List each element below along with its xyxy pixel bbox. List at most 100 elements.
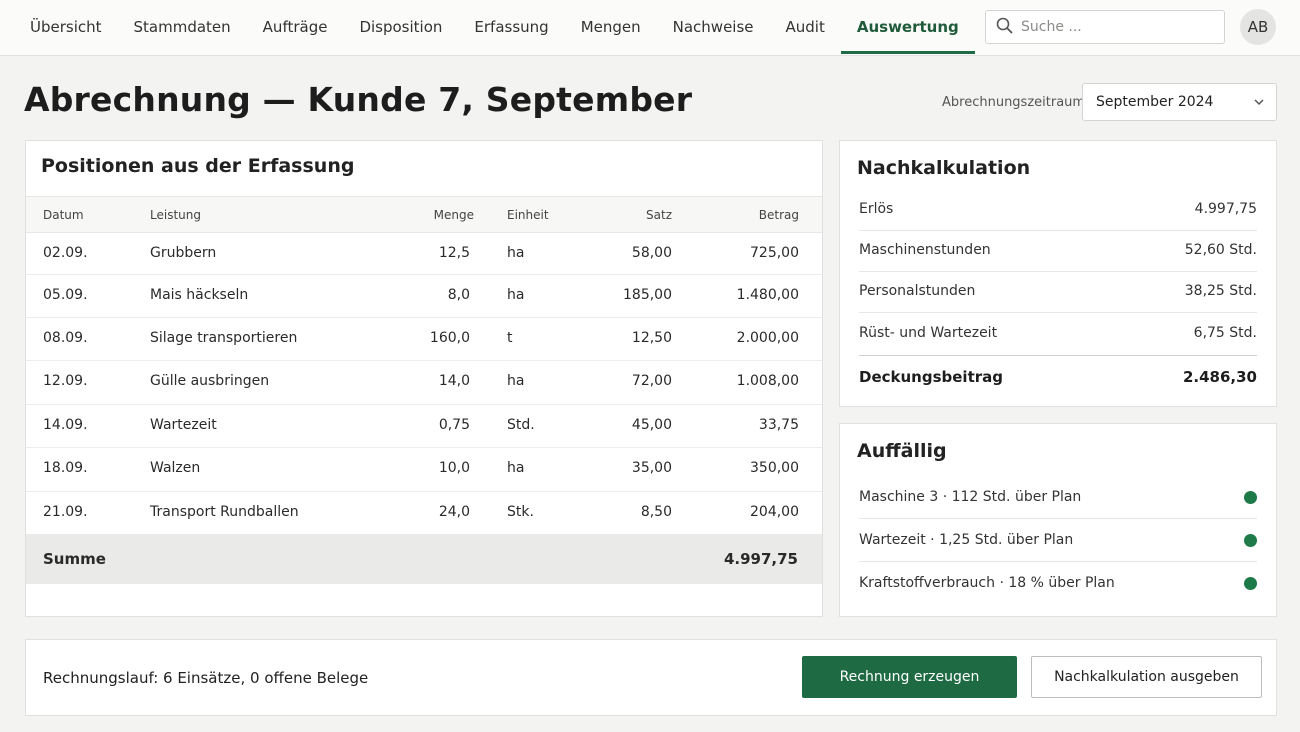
cell-date: 18.09. — [43, 460, 88, 476]
cell-rate: 45,00 — [631, 417, 672, 433]
cell-service: Walzen — [150, 460, 201, 476]
calc-value: 4.997,75 — [1194, 201, 1257, 217]
column-header-qty[interactable]: Menge — [434, 208, 474, 222]
calc-label: Personalstunden — [859, 283, 976, 299]
cell-date: 12.09. — [43, 373, 88, 389]
nav-item-erfassung[interactable]: Erfassung — [458, 0, 564, 54]
calc-label: Maschinenstunden — [859, 242, 991, 258]
search-input[interactable] — [1021, 19, 1211, 35]
nav-item-stammdaten[interactable]: Stammdaten — [118, 0, 247, 54]
cell-date: 05.09. — [43, 287, 88, 303]
table-row[interactable]: 08.09. Silage transportieren 160,0 t 12,… — [26, 318, 822, 361]
cell-qty: 24,0 — [438, 504, 470, 520]
column-header-service[interactable]: Leistung — [150, 208, 201, 222]
column-header-unit[interactable]: Einheit — [507, 208, 549, 222]
main-nav: Übersicht Stammdaten Aufträge Dispositio… — [14, 0, 975, 56]
cell-amount: 1.008,00 — [736, 373, 799, 389]
status-dot-icon — [1244, 491, 1257, 504]
cell-qty: 0,75 — [438, 417, 470, 433]
top-navigation-bar: Übersicht Stammdaten Aufträge Dispositio… — [0, 0, 1300, 56]
column-header-rate[interactable]: Satz — [646, 208, 672, 222]
cell-qty: 8,0 — [447, 287, 470, 303]
cell-qty: 12,5 — [438, 245, 470, 261]
calculation-title: Nachkalkulation — [857, 157, 1031, 179]
calc-row-staff-hours: Personalstunden 38,25 Std. — [859, 271, 1257, 313]
calc-row-contribution-margin: Deckungsbeitrag 2.486,30 — [859, 355, 1257, 397]
cell-unit: Stk. — [507, 504, 534, 520]
positions-card: Positionen aus der Erfassung Datum Leist… — [25, 140, 823, 617]
anomaly-item[interactable]: Maschine 3 · 112 Std. über Plan — [859, 476, 1257, 519]
create-invoice-button[interactable]: Rechnung erzeugen — [802, 656, 1017, 698]
table-row[interactable]: 18.09. Walzen 10,0 ha 35,00 350,00 — [26, 448, 822, 492]
cell-service: Mais häckseln — [150, 287, 249, 303]
table-row[interactable]: 14.09. Wartezeit 0,75 Std. 45,00 33,75 — [26, 405, 822, 448]
column-header-amount[interactable]: Betrag — [759, 208, 799, 222]
cell-rate: 35,00 — [631, 460, 672, 476]
cell-unit: ha — [507, 287, 525, 303]
nav-item-uebersicht[interactable]: Übersicht — [14, 0, 118, 54]
calc-row-revenue: Erlös 4.997,75 — [859, 189, 1257, 231]
calc-total-label: Deckungsbeitrag — [859, 368, 1003, 386]
period-select[interactable]: September 2024 — [1082, 83, 1277, 121]
table-row[interactable]: 21.09. Transport Rundballen 24,0 Stk. 8,… — [26, 492, 822, 534]
nav-item-mengen[interactable]: Mengen — [565, 0, 657, 54]
billing-run-bar: Rechnungslauf: 6 Einsätze, 0 offene Bele… — [25, 639, 1277, 716]
calc-total-value: 2.486,30 — [1182, 368, 1257, 386]
cell-qty: 160,0 — [429, 330, 470, 346]
anomaly-label: Wartezeit · 1,25 Std. über Plan — [859, 532, 1074, 548]
billing-run-status: Rechnungslauf: 6 Einsätze, 0 offene Bele… — [43, 669, 369, 687]
anomalies-title: Auffällig — [857, 440, 947, 462]
calc-row-machine-hours: Maschinenstunden 52,60 Std. — [859, 230, 1257, 272]
cell-amount: 350,00 — [750, 460, 799, 476]
cell-qty: 14,0 — [438, 373, 470, 389]
nav-item-auftraege[interactable]: Aufträge — [247, 0, 344, 54]
cell-rate: 72,00 — [631, 373, 672, 389]
anomaly-item[interactable]: Kraftstoffverbrauch · 18 % über Plan — [859, 562, 1257, 605]
cell-date: 02.09. — [43, 245, 88, 261]
status-dot-icon — [1244, 534, 1257, 547]
page-title: Abrechnung — Kunde 7, September — [24, 80, 693, 119]
cell-unit: t — [507, 330, 513, 346]
cell-date: 08.09. — [43, 330, 88, 346]
table-row[interactable]: 02.09. Grubbern 12,5 ha 58,00 725,00 — [26, 233, 822, 275]
cell-rate: 12,50 — [631, 330, 672, 346]
calc-label: Erlös — [859, 201, 894, 217]
nav-item-audit[interactable]: Audit — [770, 0, 841, 54]
calc-row-setup-waiting: Rüst- und Wartezeit 6,75 Std. — [859, 313, 1257, 355]
table-sum-row: Summe 4.997,75 — [26, 534, 822, 584]
period-label: Abrechnungszeitraum — [942, 95, 1086, 110]
calc-label: Rüst- und Wartezeit — [859, 325, 998, 341]
sum-value: 4.997,75 — [723, 550, 798, 568]
cell-unit: ha — [507, 373, 525, 389]
calc-value: 52,60 Std. — [1184, 242, 1257, 258]
cell-service: Wartezeit — [150, 417, 217, 433]
cell-qty: 10,0 — [438, 460, 470, 476]
cell-service: Transport Rundballen — [150, 504, 299, 520]
table-row[interactable]: 12.09. Gülle ausbringen 14,0 ha 72,00 1.… — [26, 361, 822, 405]
anomaly-item[interactable]: Wartezeit · 1,25 Std. über Plan — [859, 519, 1257, 562]
export-calculation-button[interactable]: Nachkalkulation ausgeben — [1031, 656, 1262, 698]
cell-amount: 204,00 — [750, 504, 799, 520]
nav-item-disposition[interactable]: Disposition — [343, 0, 458, 54]
cell-service: Grubbern — [150, 245, 217, 261]
anomaly-label: Kraftstoffverbrauch · 18 % über Plan — [859, 575, 1115, 591]
column-header-date[interactable]: Datum — [43, 208, 84, 222]
cell-rate: 58,00 — [631, 245, 672, 261]
cell-unit: ha — [507, 245, 525, 261]
cell-service: Silage transportieren — [150, 330, 298, 346]
cell-service: Gülle ausbringen — [150, 373, 270, 389]
nav-item-nachweise[interactable]: Nachweise — [657, 0, 770, 54]
search-box[interactable] — [985, 10, 1225, 44]
cell-date: 21.09. — [43, 504, 88, 520]
cell-unit: ha — [507, 460, 525, 476]
nav-item-auswertung[interactable]: Auswertung — [840, 0, 975, 54]
cell-amount: 1.480,00 — [736, 287, 799, 303]
cell-rate: 8,50 — [640, 504, 672, 520]
user-avatar[interactable]: AB — [1240, 9, 1276, 45]
cell-amount: 33,75 — [758, 417, 799, 433]
sum-label: Summe — [43, 550, 106, 568]
cell-date: 14.09. — [43, 417, 88, 433]
table-row[interactable]: 05.09. Mais häckseln 8,0 ha 185,00 1.480… — [26, 275, 822, 318]
cell-amount: 2.000,00 — [736, 330, 799, 346]
chevron-down-icon — [1254, 99, 1264, 106]
